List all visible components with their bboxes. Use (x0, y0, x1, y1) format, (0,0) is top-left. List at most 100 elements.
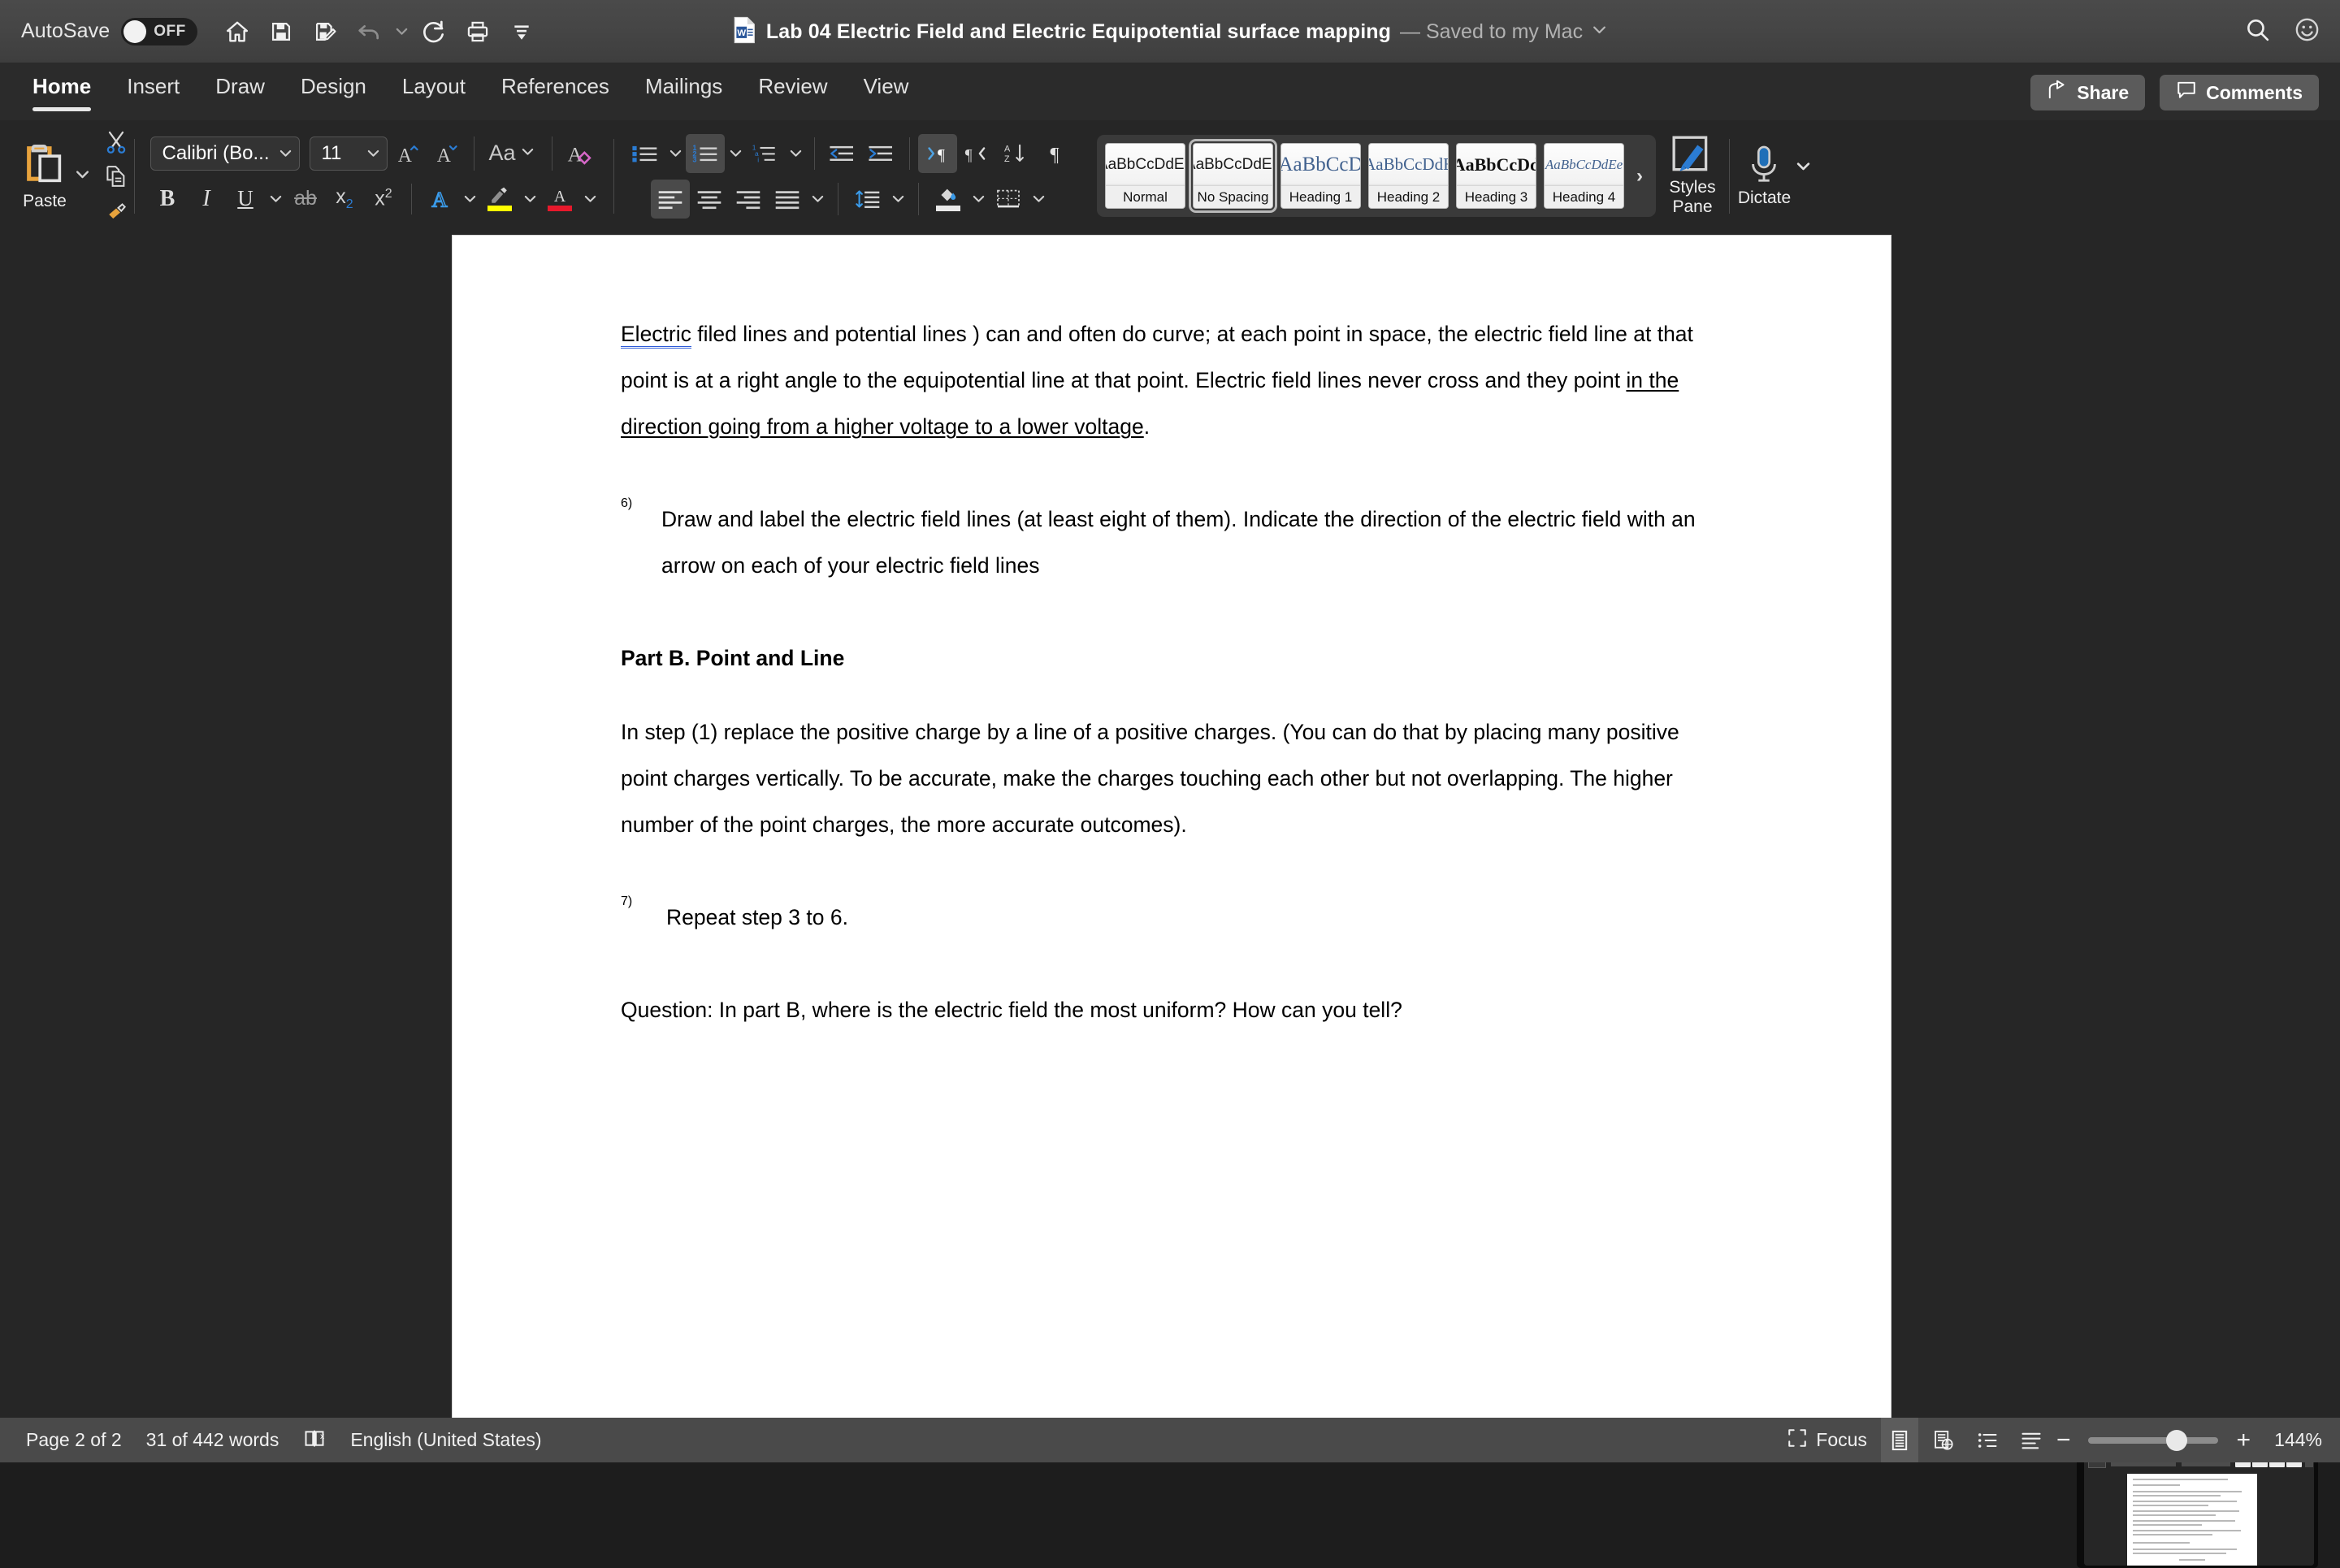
style-card-heading-3[interactable]: AaBbCcDd Heading 3 (1456, 143, 1536, 209)
dictate-button[interactable]: Dictate (1730, 120, 1819, 232)
text-effects-chevron-down-icon[interactable] (459, 180, 480, 219)
bold-button[interactable]: B (148, 180, 187, 219)
print-icon[interactable] (456, 10, 500, 54)
align-center-icon[interactable] (690, 180, 729, 219)
multilevel-list-chevron-down-icon[interactable] (785, 134, 806, 173)
zoom-level-label[interactable]: 144% (2257, 1429, 2322, 1451)
italic-button[interactable]: I (187, 180, 226, 219)
styles-gallery-next-button[interactable]: › (1632, 165, 1648, 188)
borders-icon[interactable] (989, 180, 1028, 219)
text-effects-icon[interactable]: A (420, 180, 459, 219)
font-color-icon[interactable]: A (540, 180, 579, 219)
cut-scissors-icon[interactable] (98, 126, 134, 158)
draft-view-button[interactable] (2013, 1418, 2050, 1462)
styles-pane-button[interactable]: Styles Pane (1656, 120, 1729, 232)
comments-button[interactable]: Comments (2160, 75, 2319, 110)
home-icon[interactable] (215, 10, 259, 54)
line-spacing-icon[interactable] (848, 180, 887, 219)
focus-button[interactable]: Focus (1779, 1418, 1874, 1462)
account-smiley-icon[interactable] (2294, 16, 2320, 47)
paragraph-intro[interactable]: Electric filed lines and potential lines… (621, 311, 1726, 450)
outline-view-button[interactable] (1969, 1418, 2006, 1462)
tab-home[interactable]: Home (15, 63, 109, 120)
web-layout-view-button[interactable] (1925, 1418, 1962, 1462)
zoom-slider-handle[interactable] (2166, 1430, 2187, 1451)
tab-insert[interactable]: Insert (109, 63, 197, 120)
shrink-font-icon[interactable]: A (427, 134, 466, 173)
page-content[interactable]: Electric filed lines and potential lines… (621, 311, 1726, 1033)
customize-toolbar-icon[interactable] (500, 10, 544, 54)
align-left-icon[interactable] (651, 180, 690, 219)
style-card-heading-2[interactable]: AaBbCcDdE Heading 2 (1368, 143, 1449, 209)
style-card-heading-1[interactable]: AaBbCcD Heading 1 (1280, 143, 1361, 209)
bullet-list-chevron-down-icon[interactable] (665, 134, 686, 173)
paste-button[interactable]: Paste (18, 141, 72, 211)
justify-chevron-down-icon[interactable] (807, 180, 828, 219)
zoom-out-button[interactable]: − (2056, 1428, 2071, 1453)
document-page[interactable]: Electric filed lines and potential lines… (453, 236, 1891, 1418)
list-item-6[interactable]: 6) Draw and label the electric field lin… (621, 496, 1726, 589)
justify-icon[interactable] (768, 180, 807, 219)
change-case-chevron-down-icon[interactable] (516, 145, 540, 162)
tab-view[interactable]: View (846, 63, 927, 120)
underline-button[interactable]: U (226, 180, 265, 219)
undo-icon[interactable] (347, 10, 391, 54)
save-as-icon[interactable] (303, 10, 347, 54)
font-size-combobox[interactable]: 11 (310, 136, 388, 171)
shading-chevron-down-icon[interactable] (968, 180, 989, 219)
subscript-button[interactable]: x2 (325, 180, 364, 219)
list-item-7[interactable]: 7) Repeat step 3 to 6. (621, 894, 1726, 941)
decrease-indent-icon[interactable] (823, 134, 862, 173)
zoom-slider[interactable] (2088, 1437, 2218, 1444)
spelling-error-word[interactable]: Electric (621, 322, 691, 349)
strikethrough-button[interactable]: ab (286, 180, 325, 219)
font-name-combobox[interactable]: Calibri (Bo... (150, 136, 300, 171)
zoom-in-button[interactable]: + (2236, 1428, 2251, 1453)
sort-icon[interactable]: AZ (996, 134, 1035, 173)
numbered-list-chevron-down-icon[interactable] (725, 134, 746, 173)
paragraph-question[interactable]: Question: In part B, where is the electr… (621, 987, 1726, 1033)
autosave-toggle[interactable]: OFF (121, 18, 197, 45)
underline-chevron-down-icon[interactable] (265, 180, 286, 219)
tab-draw[interactable]: Draw (197, 63, 283, 120)
title-chevron-down-icon[interactable] (1592, 22, 1607, 41)
tab-review[interactable]: Review (740, 63, 845, 120)
align-right-icon[interactable] (729, 180, 768, 219)
clear-formatting-icon[interactable]: A (559, 134, 598, 173)
paste-chevron-down-icon[interactable] (75, 167, 90, 186)
heading-part-b[interactable]: Part B. Point and Line (621, 635, 1726, 682)
highlight-color-icon[interactable] (480, 180, 519, 219)
numbered-list-icon[interactable]: 123 (686, 134, 725, 173)
paragraph-part-b-body[interactable]: In step (1) replace the positive charge … (621, 709, 1726, 848)
share-button[interactable]: Share (2030, 75, 2145, 110)
tab-design[interactable]: Design (283, 63, 384, 120)
save-icon[interactable] (259, 10, 303, 54)
format-painter-icon[interactable] (98, 194, 134, 227)
undo-chevron-down-icon[interactable] (391, 10, 412, 54)
language-indicator[interactable]: English (United States) (350, 1429, 541, 1451)
line-spacing-chevron-down-icon[interactable] (887, 180, 908, 219)
document-title[interactable]: Lab 04 Electric Field and Electric Equip… (766, 20, 1391, 44)
proofing-errors-icon[interactable]: x (303, 1427, 326, 1454)
redo-icon[interactable] (412, 10, 456, 54)
print-layout-view-button[interactable] (1881, 1418, 1918, 1462)
grow-font-icon[interactable]: A (388, 134, 427, 173)
bullet-list-icon[interactable] (626, 134, 665, 173)
tab-layout[interactable]: Layout (384, 63, 483, 120)
style-card-heading-4[interactable]: AaBbCcDdEe Heading 4 (1544, 143, 1624, 209)
copy-icon[interactable] (98, 160, 134, 193)
font-color-chevron-down-icon[interactable] (579, 180, 600, 219)
document-canvas[interactable]: Electric filed lines and potential lines… (0, 232, 2340, 1418)
style-card-no-spacing[interactable]: AaBbCcDdEe No Spacing (1193, 143, 1273, 209)
tab-references[interactable]: References (483, 63, 627, 120)
change-case-button[interactable]: Aa (483, 134, 544, 173)
superscript-button[interactable]: x2 (364, 180, 403, 219)
highlight-chevron-down-icon[interactable] (519, 180, 540, 219)
multilevel-list-icon[interactable]: 1ai (746, 134, 785, 173)
borders-chevron-down-icon[interactable] (1028, 180, 1049, 219)
word-count[interactable]: 31 of 442 words (146, 1429, 280, 1451)
show-formatting-marks-icon[interactable]: ¶ (1035, 134, 1074, 173)
page-indicator[interactable]: Page 2 of 2 (26, 1429, 122, 1451)
tab-mailings[interactable]: Mailings (627, 63, 740, 120)
ltr-text-direction-icon[interactable]: ¶ (918, 134, 957, 173)
